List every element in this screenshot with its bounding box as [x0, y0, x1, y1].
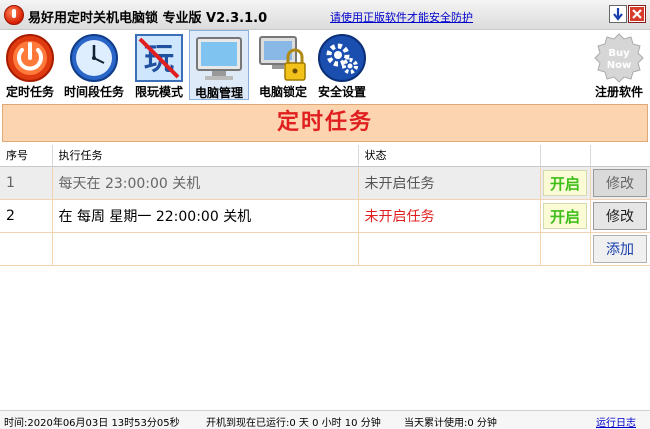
- row-index: 2: [0, 199, 53, 233]
- add-row: 添加: [0, 232, 650, 266]
- genuine-software-link[interactable]: 请使用正版软件才能安全防护: [330, 9, 473, 25]
- empty-cell: [358, 232, 541, 266]
- buy-now-icon: Buy Now: [594, 33, 644, 83]
- toolbar-security-settings[interactable]: 安全设置: [314, 30, 370, 100]
- table-row[interactable]: 1 每天在 23:00:00 关机 未开启任务 开启 修改: [0, 166, 650, 200]
- row-index: 1: [0, 166, 53, 200]
- toolbar-label: 定时任务: [5, 85, 54, 99]
- header-status: 状态: [358, 145, 541, 167]
- toolbar-computer-lock[interactable]: 电脑锁定: [253, 30, 313, 100]
- arrow-down-icon: [613, 8, 623, 21]
- toolbar-label: 电脑管理: [194, 86, 243, 100]
- toolbar-computer-management[interactable]: 电脑管理: [189, 30, 249, 100]
- uptime: 开机到现在已运行:0 天 0 小时 10 分钟: [206, 418, 381, 429]
- edit-task-button[interactable]: 修改: [593, 201, 647, 230]
- restrict-play-icon: 玩: [135, 34, 183, 82]
- title-bar: 易好用定时关机电脑锁 专业版 V2.3.1.0 请使用正版软件才能安全防护: [0, 0, 650, 30]
- header-toggle: [540, 145, 591, 167]
- add-cell: 添加: [590, 232, 650, 266]
- row-status: 未开启任务: [358, 166, 541, 200]
- toolbar-label: 注册软件: [594, 85, 643, 99]
- run-log-link[interactable]: 运行日志: [596, 414, 636, 429]
- header-action: [590, 145, 650, 167]
- enable-task-button[interactable]: 开启: [543, 202, 587, 229]
- now-text: Now: [607, 60, 631, 71]
- header-index: 序号: [0, 145, 53, 167]
- toolbar-label: 安全设置: [317, 85, 366, 99]
- edit-cell: 修改: [590, 166, 650, 200]
- empty-cell: [52, 232, 359, 266]
- row-status: 未开启任务: [358, 199, 541, 233]
- empty-cell: [0, 232, 53, 266]
- toolbar-label: 时间段任务: [63, 85, 124, 99]
- main-toolbar: 定时任务 时间段任务 玩 限玩模式 电脑管理: [0, 30, 650, 100]
- header-task: 执行任务: [52, 145, 359, 167]
- current-time: 时间:2020年06月03日 13时53分05秒: [4, 418, 180, 429]
- buy-text: Buy: [608, 48, 630, 59]
- table-header: 序号 执行任务 状态: [0, 145, 650, 167]
- clock-icon: [70, 34, 118, 82]
- minimize-button[interactable]: [609, 5, 627, 23]
- app-power-icon: [4, 5, 24, 25]
- table-row[interactable]: 2 在 每周 星期一 22:00:00 关机 未开启任务 开启 修改: [0, 199, 650, 233]
- toolbar-restrict-play[interactable]: 玩 限玩模式: [130, 30, 188, 100]
- today-usage: 当天累计使用:0 分钟: [404, 418, 497, 429]
- close-icon: [630, 7, 644, 21]
- empty-cell: [540, 232, 591, 266]
- lock-computer-icon: [259, 36, 306, 81]
- enable-task-button[interactable]: 开启: [543, 169, 587, 196]
- close-button[interactable]: [628, 5, 646, 23]
- row-task: 在 每周 星期一 22:00:00 关机: [52, 199, 359, 233]
- row-task: 每天在 23:00:00 关机: [52, 166, 359, 200]
- power-icon: [6, 34, 54, 82]
- toolbar-label: 限玩模式: [134, 85, 183, 99]
- toggle-cell: 开启: [540, 166, 591, 200]
- add-task-button[interactable]: 添加: [593, 234, 647, 263]
- status-bar: 时间:2020年06月03日 13时53分05秒 开机到现在已运行:0 天 0 …: [0, 410, 650, 429]
- toolbar-register-software[interactable]: Buy Now 注册软件: [590, 30, 648, 100]
- toggle-cell: 开启: [540, 199, 591, 233]
- edit-cell: 修改: [590, 199, 650, 233]
- gear-icon: [318, 34, 366, 82]
- toolbar-scheduled-task[interactable]: 定时任务: [2, 30, 58, 100]
- toolbar-time-period-task[interactable]: 时间段任务: [60, 30, 128, 100]
- task-table: 序号 执行任务 状态 1 每天在 23:00:00 关机 未开启任务 开启 修改…: [0, 145, 650, 266]
- window-title: 易好用定时关机电脑锁 专业版 V2.3.1.0: [28, 11, 268, 26]
- monitor-icon: [196, 37, 242, 80]
- edit-task-button[interactable]: 修改: [593, 168, 647, 197]
- section-banner: 定时任务: [2, 104, 648, 142]
- toolbar-label: 电脑锁定: [258, 85, 307, 99]
